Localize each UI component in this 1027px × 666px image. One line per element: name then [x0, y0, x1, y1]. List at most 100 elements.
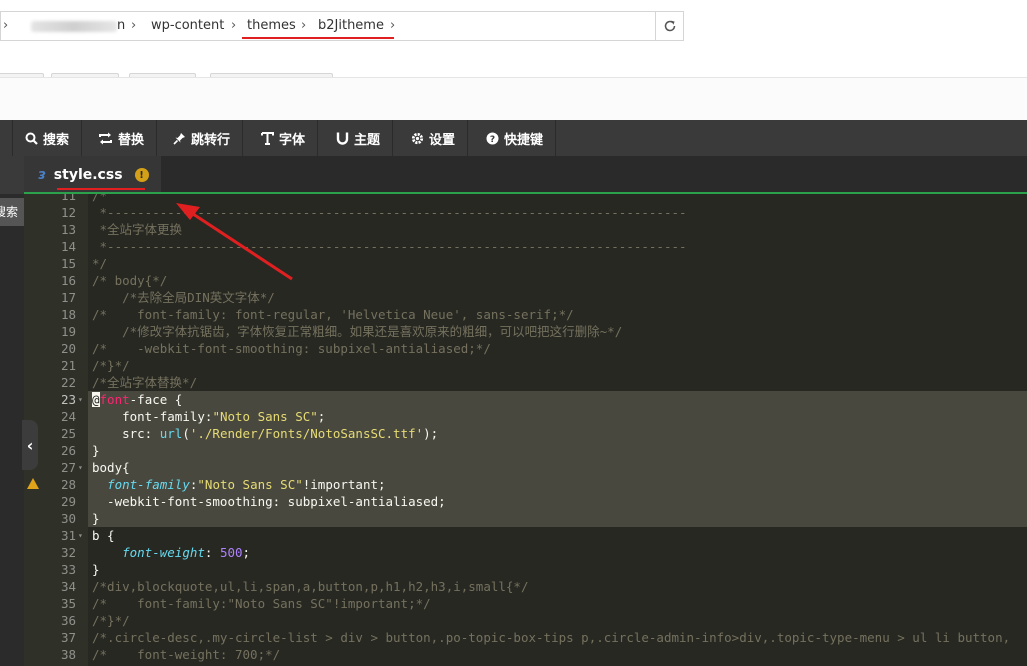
- code-line: 19 /*修改字体抗锯齿，字体恢复正常粗细。如果还是喜欢原来的粗细，可以吧把这行…: [24, 323, 1027, 340]
- line-number: 28: [60, 477, 76, 492]
- code-text: body{: [92, 460, 130, 475]
- tab-strip: [0, 52, 1027, 79]
- code-text: b {: [92, 528, 115, 543]
- code-line: 34 /*div,blockquote,ul,li,span,a,button,p…: [24, 578, 1027, 595]
- line-number: 34: [60, 579, 76, 594]
- code-line: 20 /* -webkit-font-smoothing: subpixel-an…: [24, 340, 1027, 357]
- code-text: /* font-family:"Noto Sans SC"!important;…: [92, 596, 431, 611]
- code-line: 12 *------------------------------------…: [24, 204, 1027, 221]
- code-line: 24 font-family:"Noto Sans SC";: [24, 408, 1027, 425]
- line-number: 19: [60, 324, 76, 339]
- code-text: @font-face {: [92, 392, 183, 407]
- file-sidebar: [0, 194, 24, 666]
- theme-button[interactable]: 主题: [324, 120, 394, 156]
- code-line: 37 /*.circle-desc,.my-circle-list > div >…: [24, 629, 1027, 646]
- line-number: 31: [60, 528, 76, 543]
- code-line: 14 *------------------------------------…: [24, 238, 1027, 255]
- code-text: /* -webkit-font-smoothing: subpixel-anti…: [92, 341, 491, 356]
- editor-toolbar: 搜索 替换 跳转行 字体 主题 设置 ? 快捷键: [0, 120, 1027, 156]
- code-line: 18 /* font-family: font-regular, 'Helveti…: [24, 306, 1027, 323]
- goto-line-label: 跳转行: [191, 132, 231, 148]
- theme-label: 主题: [354, 132, 381, 148]
- fold-toggle-icon[interactable]: ▾: [78, 391, 83, 408]
- code-text: }: [92, 562, 100, 577]
- code-line: 30}: [24, 510, 1027, 527]
- chevron-left-icon: ‹: [26, 435, 34, 455]
- code-text: font-weight: 500;: [122, 545, 251, 560]
- tab-filename: style.css: [53, 167, 123, 183]
- breadcrumb-separator: ›: [131, 18, 137, 33]
- fold-toggle-icon[interactable]: ▾: [78, 527, 83, 544]
- breadcrumb-item-themes[interactable]: themes: [247, 12, 296, 40]
- code-text: font-family:"Noto Sans SC";: [122, 409, 326, 424]
- line-number: 36: [60, 613, 76, 628]
- replace-label: 替换: [118, 132, 145, 148]
- code-line: 32 font-weight: 500;: [24, 544, 1027, 561]
- replace-button[interactable]: 替换: [86, 120, 158, 156]
- sidebar-search-button[interactable]: 搜索: [0, 198, 24, 226]
- breadcrumb-separator: ›: [390, 18, 396, 33]
- line-number: 13: [60, 222, 76, 237]
- settings-label: 设置: [429, 132, 456, 148]
- breadcrumb-separator: ›: [301, 18, 307, 33]
- breadcrumb-item-b2jitheme[interactable]: b2Jitheme: [318, 12, 384, 40]
- code-line: 31 ▾ b {: [24, 527, 1027, 544]
- line-number: 22: [60, 375, 76, 390]
- code-line: 13 *全站字体更换: [24, 221, 1027, 238]
- code-text: /*div,blockquote,ul,li,span,a,button,p,h…: [92, 579, 529, 594]
- line-number: 17: [60, 290, 76, 305]
- code-line: 38 /* font-weight: 700;*/: [24, 646, 1027, 663]
- line-number: 37: [60, 630, 76, 645]
- breadcrumb-separator: ›: [3, 18, 9, 33]
- line-number: 12: [60, 205, 76, 220]
- code-line: 35 /* font-family:"Noto Sans SC"!importan…: [24, 595, 1027, 612]
- blurred-domain: [31, 21, 117, 32]
- code-text: }: [92, 511, 100, 526]
- help-icon: ?: [486, 132, 499, 145]
- code-editor[interactable]: 11/* 12 *--------------------------------…: [24, 194, 1027, 666]
- code-text: /* font-weight: 700;*/: [92, 647, 281, 662]
- settings-button[interactable]: 设置: [399, 120, 469, 156]
- font-button[interactable]: 字体: [249, 120, 319, 156]
- code-text: src: url('./Render/Fonts/NotoSansSC.ttf'…: [122, 426, 439, 441]
- annotation-underline: [242, 37, 394, 39]
- code-text: font-family:"Noto Sans SC"!important;: [107, 477, 386, 492]
- selection-highlight: [88, 442, 1027, 459]
- line-number: 18: [60, 307, 76, 322]
- replace-icon: [99, 132, 112, 144]
- code-text: *全站字体更换: [92, 222, 183, 237]
- code-text: -webkit-font-smoothing: subpixel-antiali…: [92, 494, 446, 509]
- code-text: /*}*/: [92, 613, 130, 628]
- line-number: 33: [60, 562, 76, 577]
- code-line: 36 /*}*/: [24, 612, 1027, 629]
- shortcuts-button[interactable]: ? 快捷键: [474, 120, 557, 156]
- collapse-sidebar-button[interactable]: ‹: [22, 420, 38, 470]
- code-text: /*.circle-desc,.my-circle-list > div > b…: [92, 630, 1011, 645]
- toolbar-spacer: [0, 120, 13, 156]
- refresh-button[interactable]: [655, 12, 684, 40]
- line-number: 14: [60, 239, 76, 254]
- code-line: 25 src: url('./Render/Fonts/NotoSansSC.t…: [24, 425, 1027, 442]
- address-bar: › n › wp-content › themes › b2Jitheme ›: [0, 0, 1027, 52]
- breadcrumb-item-wp-content[interactable]: wp-content: [151, 12, 224, 40]
- search-button[interactable]: 搜索: [13, 120, 83, 156]
- code-line: 15 */: [24, 255, 1027, 272]
- code-text: /*}*/: [92, 358, 130, 373]
- code-text: /* body{*/: [92, 273, 168, 288]
- css3-icon: ᴈ: [38, 167, 46, 183]
- fold-toggle-icon[interactable]: ▾: [78, 459, 83, 476]
- line-number: 32: [60, 545, 76, 560]
- code-text: /*修改字体抗锯齿，字体恢复正常粗细。如果还是喜欢原来的粗细，可以吧把这行删除~…: [92, 324, 623, 339]
- code-text: *---------------------------------------…: [92, 205, 687, 220]
- search-label: 搜索: [43, 132, 70, 148]
- line-number: 20: [60, 341, 76, 356]
- code-text: /*去除全局DIN英文字体*/: [92, 290, 275, 305]
- font-label: 字体: [279, 132, 306, 148]
- breadcrumb-separator: ›: [231, 18, 237, 33]
- warning-icon[interactable]: !: [134, 168, 149, 182]
- breadcrumb-item-site[interactable]: n: [117, 12, 125, 40]
- code-text: *---------------------------------------…: [92, 239, 687, 254]
- goto-line-button[interactable]: 跳转行: [161, 120, 244, 156]
- code-line: 22 /*全站字体替换*/: [24, 374, 1027, 391]
- content-band: [0, 77, 1027, 120]
